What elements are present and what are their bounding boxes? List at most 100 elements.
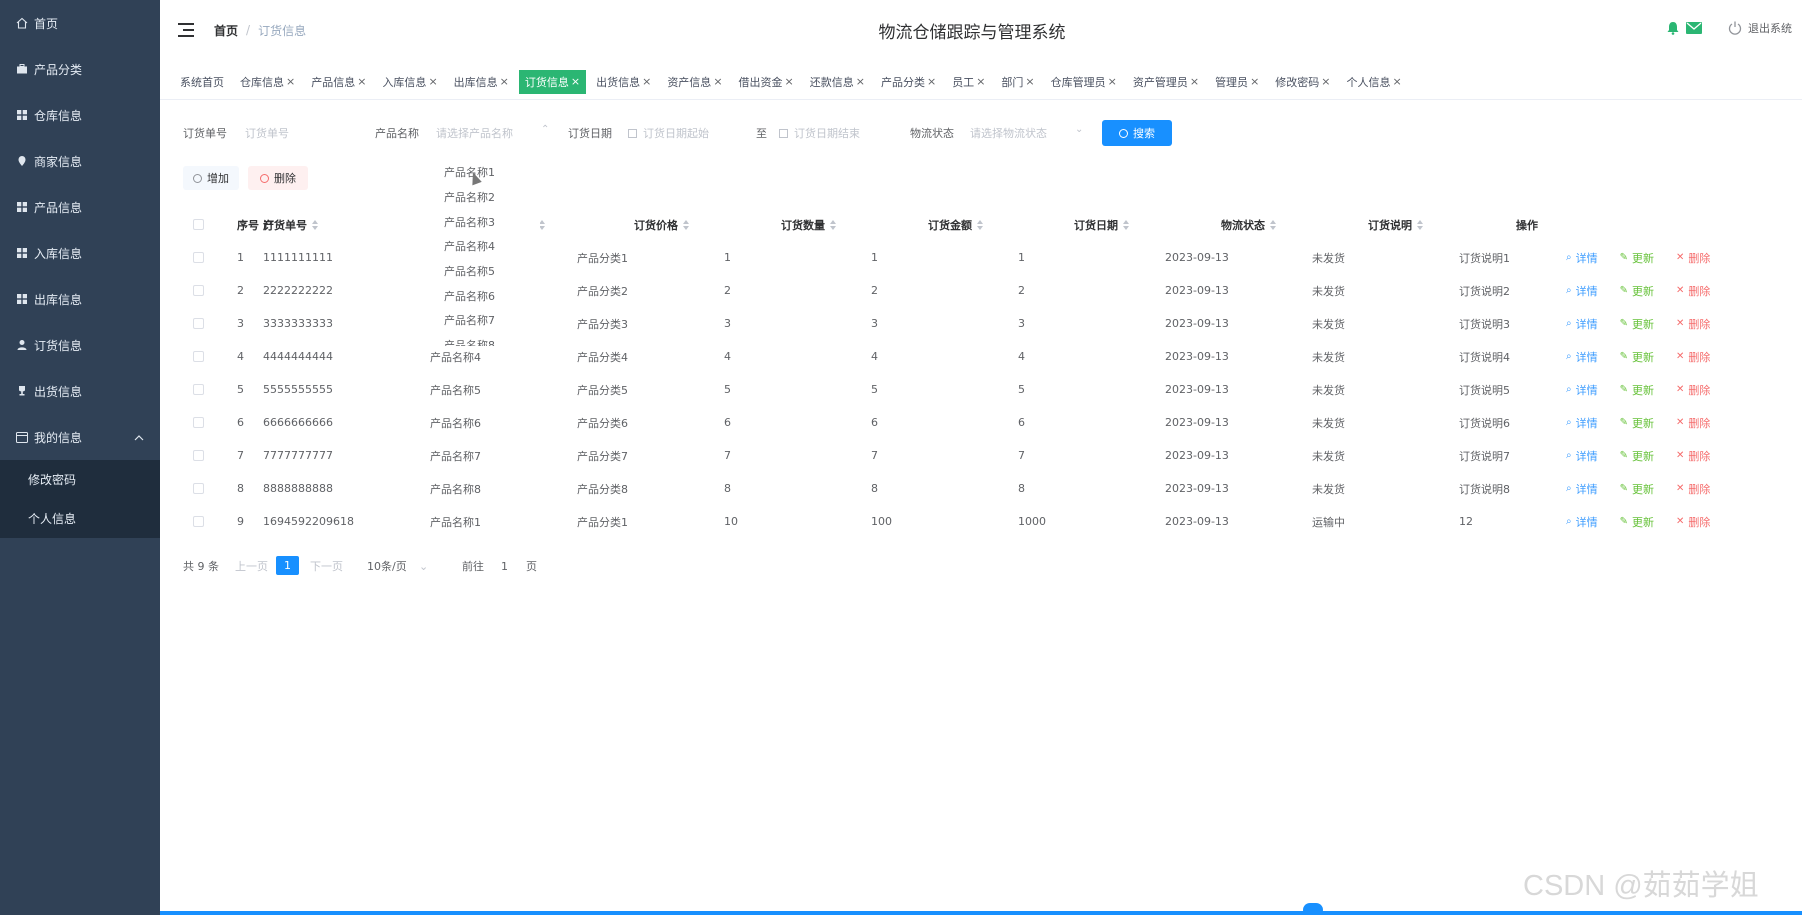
close-icon[interactable]: × [500,75,509,88]
tab-10[interactable]: 产品分类 × [881,70,936,94]
close-icon[interactable]: × [428,75,437,88]
row-checkbox[interactable] [193,307,204,340]
tab-0[interactable]: 系统首页 [180,70,224,94]
pager-goto-input[interactable]: 1 [501,555,508,577]
close-icon[interactable]: × [1108,75,1117,88]
detail-button[interactable]: ⌕ 详情 [1566,316,1598,332]
remove-button[interactable]: ✕ 删除 [1676,349,1710,365]
row-checkbox[interactable] [193,373,204,406]
tab-11[interactable]: 员工 × [952,70,985,94]
close-icon[interactable]: × [642,75,651,88]
dropdown-option[interactable]: 产品名称4 [430,234,540,259]
remove-button[interactable]: ✕ 删除 [1676,448,1710,464]
tab-15[interactable]: 管理员 × [1215,70,1259,94]
close-icon[interactable]: × [1250,75,1259,88]
pager-page-1[interactable]: 1 [276,556,299,575]
detail-button[interactable]: ⌕ 详情 [1566,415,1598,431]
detail-button[interactable]: ⌕ 详情 [1566,283,1598,299]
tab-1[interactable]: 仓库信息 × [240,70,295,94]
select-all-checkbox[interactable] [193,208,204,241]
remove-button[interactable]: ✕ 删除 [1676,415,1710,431]
update-button[interactable]: ✎ 更新 [1620,382,1654,398]
column-header[interactable]: 订货价格 [634,208,689,241]
pager-next-button[interactable]: 下一页 [310,555,343,577]
update-button[interactable]: ✎ 更新 [1620,448,1654,464]
update-button[interactable]: ✎ 更新 [1620,481,1654,497]
detail-button[interactable]: ⌕ 详情 [1566,448,1598,464]
update-button[interactable]: ✎ 更新 [1620,514,1654,530]
tab-4[interactable]: 出库信息 × [454,70,509,94]
sidebar-item-0[interactable]: 首页 [0,0,160,46]
dropdown-option[interactable]: 产品名称5 [430,259,540,284]
sort-icon[interactable] [977,219,983,230]
close-icon[interactable]: × [571,75,580,88]
update-button[interactable]: ✎ 更新 [1620,349,1654,365]
update-button[interactable]: ✎ 更新 [1620,415,1654,431]
close-icon[interactable]: × [1025,75,1034,88]
close-icon[interactable]: × [357,75,366,88]
update-button[interactable]: ✎ 更新 [1620,316,1654,332]
sort-icon[interactable] [1417,219,1423,230]
tab-17[interactable]: 个人信息 × [1347,70,1402,94]
dropdown-option[interactable]: 产品名称8 [430,333,540,346]
sidebar-item-6[interactable]: 出库信息 [0,276,160,322]
close-icon[interactable]: × [286,75,295,88]
dropdown-option[interactable]: 产品名称1 [430,160,540,185]
close-icon[interactable]: × [927,75,936,88]
row-checkbox[interactable] [193,472,204,505]
column-header[interactable]: 订货金额 [928,208,983,241]
pager-prev-button[interactable]: 上一页 [235,555,268,577]
dropdown-option[interactable]: 产品名称7 [430,308,540,333]
remove-button[interactable]: ✕ 删除 [1676,481,1710,497]
close-icon[interactable]: × [1393,75,1402,88]
column-header[interactable]: 订货日期 [1074,208,1129,241]
row-checkbox[interactable] [193,505,204,538]
close-icon[interactable]: × [976,75,985,88]
sidebar-item-3[interactable]: 商家信息 [0,138,160,184]
remove-button[interactable]: ✕ 删除 [1676,382,1710,398]
remove-button[interactable]: ✕ 删除 [1676,250,1710,266]
mail-icon[interactable] [1686,22,1702,34]
tab-2[interactable]: 产品信息 × [311,70,366,94]
remove-button[interactable]: ✕ 删除 [1676,283,1710,299]
search-button[interactable]: 搜索 [1102,120,1172,146]
dropdown-option[interactable]: 产品名称3 [430,209,540,234]
date-end-input[interactable]: 订货日期结束 [779,125,860,141]
close-icon[interactable]: × [856,75,865,88]
sidebar-item-2[interactable]: 仓库信息 [0,92,160,138]
detail-button[interactable]: ⌕ 详情 [1566,514,1598,530]
column-header[interactable]: 订货说明 [1368,208,1423,241]
tab-12[interactable]: 部门 × [1001,70,1034,94]
close-icon[interactable]: × [785,75,794,88]
tab-3[interactable]: 入库信息 × [382,70,437,94]
sidebar-item-4[interactable]: 产品信息 [0,184,160,230]
tab-16[interactable]: 修改密码 × [1275,70,1330,94]
power-icon[interactable] [1728,21,1742,35]
column-header[interactable]: 订货数量 [781,208,836,241]
bell-icon[interactable] [1666,21,1680,35]
date-start-input[interactable]: 订货日期起始 [628,125,709,141]
tab-8[interactable]: 借出资金 × [739,70,794,94]
remove-button[interactable]: ✕ 删除 [1676,316,1710,332]
row-checkbox[interactable] [193,241,204,274]
tab-14[interactable]: 资产管理员 × [1133,70,1199,94]
tab-7[interactable]: 资产信息 × [667,70,722,94]
product-select[interactable]: 请选择产品名称 [436,125,513,141]
add-button[interactable]: 增加 [183,166,239,190]
detail-button[interactable]: ⌕ 详情 [1566,382,1598,398]
row-checkbox[interactable] [193,406,204,439]
close-icon[interactable]: × [713,75,722,88]
tab-6[interactable]: 出货信息 × [596,70,651,94]
breadcrumb-home[interactable]: 首页 [214,22,238,39]
detail-button[interactable]: ⌕ 详情 [1566,481,1598,497]
detail-button[interactable]: ⌕ 详情 [1566,349,1598,365]
detail-button[interactable]: ⌕ 详情 [1566,250,1598,266]
sidebar-item-1[interactable]: 产品分类 [0,46,160,92]
pager-size-select[interactable]: 10条/页 [367,555,407,577]
menu-toggle-icon[interactable] [178,22,194,38]
sort-icon[interactable] [1270,219,1276,230]
close-icon[interactable]: × [1321,75,1330,88]
tab-13[interactable]: 仓库管理员 × [1051,70,1117,94]
remove-button[interactable]: ✕ 删除 [1676,514,1710,530]
sort-icon[interactable] [830,219,836,230]
